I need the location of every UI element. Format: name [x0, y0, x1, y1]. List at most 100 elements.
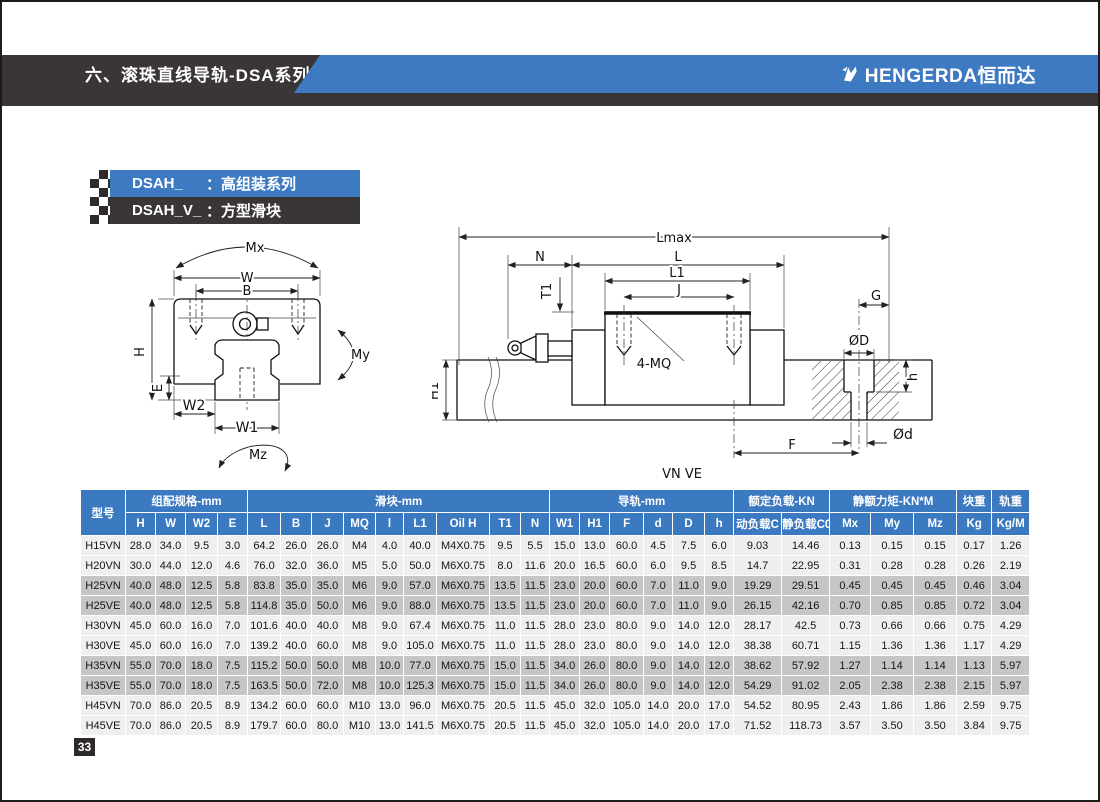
- table-row: H30VE45.060.016.07.0139.240.060.0M89.010…: [81, 636, 1030, 656]
- table-cell: 28.17: [734, 616, 782, 636]
- table-row: H20VN30.044.012.04.676.032.036.0M55.050.…: [81, 556, 1030, 576]
- column-header: MQ: [344, 513, 376, 536]
- table-cell: 5.5: [521, 536, 550, 556]
- page-title: 六、滚珠直线导轨-DSA系列: [85, 55, 311, 93]
- table-cell: 105.0: [404, 636, 437, 656]
- column-header: L1: [404, 513, 437, 536]
- dim-label-n: N: [535, 250, 545, 265]
- table-cell: 5.97: [992, 676, 1030, 696]
- series-labels: DSAH_ ：高组装系列 DSAH_V_ ：方型滑块: [90, 170, 360, 224]
- table-cell: 14.0: [673, 656, 705, 676]
- table-cell: 14.0: [644, 696, 673, 716]
- table-cell: 80.0: [610, 676, 644, 696]
- table-cell: M5: [344, 556, 376, 576]
- column-header: h: [705, 513, 734, 536]
- model-cell: H45VE: [81, 716, 126, 736]
- dim-label-f: F: [788, 438, 795, 453]
- column-header: D: [673, 513, 705, 536]
- table-row: H45VE70.086.020.58.9179.760.080.0M1013.0…: [81, 716, 1030, 736]
- table-cell: 40.0: [126, 596, 156, 616]
- table-cell: 2.38: [914, 676, 957, 696]
- table-cell: 11.5: [521, 676, 550, 696]
- table-row: H25VE40.048.012.55.8114.835.050.0M69.088…: [81, 596, 1030, 616]
- table-cell: 54.29: [734, 676, 782, 696]
- table-cell: 26.0: [281, 536, 312, 556]
- table-cell: 11.0: [673, 596, 705, 616]
- table-cell: 118.73: [782, 716, 830, 736]
- table-cell: 20.0: [550, 556, 580, 576]
- table-cell: M10: [344, 716, 376, 736]
- column-header: 静负载C0: [782, 513, 830, 536]
- table-cell: 4.29: [992, 636, 1030, 656]
- column-header: My: [871, 513, 914, 536]
- table-cell: 0.13: [830, 536, 871, 556]
- table-cell: 45.0: [550, 716, 580, 736]
- table-cell: 4.5: [644, 536, 673, 556]
- table-cell: M6X0.75: [437, 576, 490, 596]
- table-cell: 11.0: [490, 636, 521, 656]
- column-header: Mz: [914, 513, 957, 536]
- table-cell: 105.0: [610, 716, 644, 736]
- table-cell: 7.5: [218, 656, 248, 676]
- table-cell: 60.0: [610, 536, 644, 556]
- table-cell: 57.0: [404, 576, 437, 596]
- table-cell: 12.5: [186, 596, 218, 616]
- table-cell: 42.5: [782, 616, 830, 636]
- table-cell: 9.75: [992, 716, 1030, 736]
- table-cell: 22.95: [782, 556, 830, 576]
- table-cell: 20.5: [490, 716, 521, 736]
- table-cell: 12.0: [705, 676, 734, 696]
- table-cell: 1.14: [914, 656, 957, 676]
- table-cell: 13.5: [490, 576, 521, 596]
- table-cell: 14.7: [734, 556, 782, 576]
- table-cell: 12.0: [705, 616, 734, 636]
- table-cell: 67.4: [404, 616, 437, 636]
- table-row: H25VN40.048.012.55.883.835.035.0M69.057.…: [81, 576, 1030, 596]
- table-cell: 28.0: [550, 636, 580, 656]
- table-cell: 9.5: [186, 536, 218, 556]
- column-header-model: 型号: [81, 490, 126, 536]
- table-cell: 60.0: [281, 696, 312, 716]
- table-cell: 11.5: [521, 716, 550, 736]
- table-cell: 8.5: [705, 556, 734, 576]
- table-cell: 14.0: [644, 716, 673, 736]
- table-cell: M4: [344, 536, 376, 556]
- table-cell: 6.0: [644, 556, 673, 576]
- table-cell: 11.0: [490, 616, 521, 636]
- table-cell: 60.0: [610, 556, 644, 576]
- table-cell: 14.0: [673, 616, 705, 636]
- table-cell: 57.92: [782, 656, 830, 676]
- dim-label-g: G: [871, 289, 881, 304]
- table-cell: M6X0.75: [437, 616, 490, 636]
- table-cell: 48.0: [156, 596, 186, 616]
- table-cell: 96.0: [404, 696, 437, 716]
- side-view-drawing: Lmax N L L1 J T1 4-MQ G ØD h Ød F H1 VN …: [432, 215, 952, 487]
- column-header: N: [521, 513, 550, 536]
- column-header: J: [312, 513, 344, 536]
- table-cell: 70.0: [156, 676, 186, 696]
- table-cell: M8: [344, 616, 376, 636]
- table-cell: 34.0: [550, 676, 580, 696]
- page-number: 33: [74, 738, 95, 756]
- table-cell: M8: [344, 656, 376, 676]
- hatched-section: [812, 361, 899, 419]
- table-cell: 9.0: [644, 676, 673, 696]
- table-cell: 0.45: [830, 576, 871, 596]
- table-cell: 35.0: [281, 596, 312, 616]
- table-cell: 80.0: [610, 656, 644, 676]
- table-cell: 16.5: [580, 556, 610, 576]
- table-cell: 5.8: [218, 576, 248, 596]
- table-cell: 26.0: [580, 676, 610, 696]
- dim-label-h: H: [133, 347, 148, 357]
- dim-label-t1: T1: [540, 283, 555, 300]
- table-cell: 1.27: [830, 656, 871, 676]
- table-cell: 72.0: [312, 676, 344, 696]
- table-cell: 9.0: [644, 636, 673, 656]
- table-cell: 26.0: [312, 536, 344, 556]
- table-cell: 5.97: [992, 656, 1030, 676]
- table-cell: 13.0: [580, 536, 610, 556]
- column-header: Mx: [830, 513, 871, 536]
- table-cell: M6X0.75: [437, 676, 490, 696]
- table-cell: 7.0: [644, 596, 673, 616]
- column-header: 动负载C: [734, 513, 782, 536]
